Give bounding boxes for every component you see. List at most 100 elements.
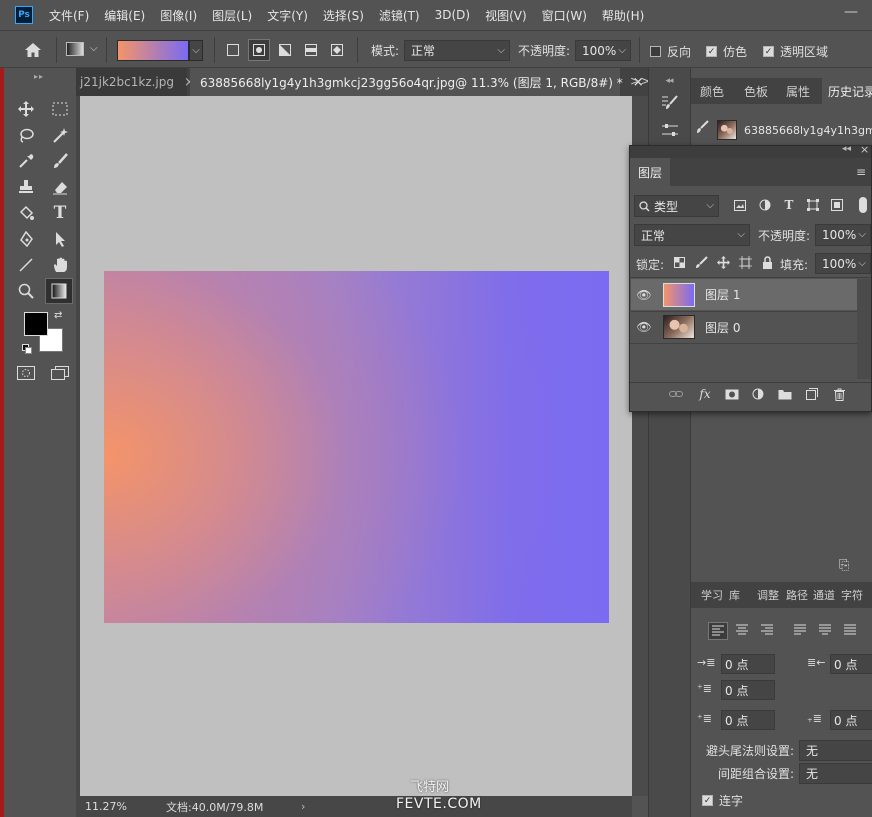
tab-character[interactable]: 字符 (841, 582, 863, 608)
line-tool-icon[interactable] (15, 254, 37, 276)
type-tool-icon[interactable]: T (49, 202, 71, 224)
indent-right-field[interactable]: 0 点 (830, 654, 872, 674)
menu-layer[interactable]: 图层(L) (212, 7, 252, 24)
layer-row-1[interactable]: 👁 图层 1 (631, 279, 857, 310)
gradient-tool-icon[interactable] (45, 278, 73, 304)
reflected-gradient-icon[interactable] (300, 40, 322, 60)
menu-view[interactable]: 视图(V) (485, 7, 527, 24)
layers-scrollbar[interactable] (857, 279, 871, 379)
fill-field[interactable]: 100% ⌵ (815, 253, 871, 274)
menu-file[interactable]: 文件(F) (49, 7, 89, 24)
fx-icon[interactable]: fx (696, 386, 714, 402)
menu-type[interactable]: 文字(Y) (267, 7, 308, 24)
align-left-icon[interactable] (708, 622, 728, 640)
default-colors-icon[interactable] (22, 343, 32, 354)
menu-select[interactable]: 选择(S) (323, 7, 364, 24)
pen-tool-icon[interactable] (15, 228, 37, 250)
eyedropper-icon[interactable] (15, 150, 37, 172)
foreground-color-swatch[interactable] (24, 312, 48, 336)
collapse-icon[interactable]: ◂◂ (842, 144, 851, 154)
layer-row-0[interactable]: 👁 图层 0 (631, 311, 857, 342)
filter-type-icon[interactable]: T (782, 197, 796, 213)
menu-help[interactable]: 帮助(H) (602, 7, 644, 24)
mode-select[interactable]: 正常 ⌵ (404, 40, 510, 61)
menu-edit[interactable]: 编辑(E) (104, 7, 145, 24)
align-right-icon[interactable] (758, 622, 778, 640)
layer-filter-select[interactable]: 类型 ⌵ (634, 195, 719, 217)
filter-toggle-icon[interactable] (859, 197, 867, 213)
panel-menu-icon[interactable]: ≡ (856, 165, 866, 179)
tab-paths[interactable]: 路径 (786, 582, 808, 608)
layer-name[interactable]: 图层 0 (705, 319, 740, 336)
dither-checkbox[interactable]: ✓ 仿色 (706, 43, 747, 60)
justify-all-icon[interactable] (841, 622, 861, 640)
indent-left-field[interactable]: 0 点 (721, 654, 775, 674)
brush-tool-icon[interactable] (49, 150, 71, 172)
history-brush-icon[interactable] (659, 92, 681, 114)
magic-wand-icon[interactable] (49, 124, 71, 146)
menu-image[interactable]: 图像(I) (160, 7, 197, 24)
quick-mask-icon[interactable] (15, 362, 37, 384)
layer-name[interactable]: 图层 1 (705, 286, 740, 303)
tab-adjustments[interactable]: 调整 (757, 582, 779, 608)
tab-channels[interactable]: 通道 (813, 582, 835, 608)
tab-learn[interactable]: 学习 (701, 582, 723, 608)
history-source-brush-icon[interactable] (695, 120, 709, 134)
hyphenate-checkbox[interactable]: ✓ 连字 (702, 792, 743, 809)
menu-3d[interactable]: 3D(D) (435, 8, 470, 22)
eraser-tool-icon[interactable] (49, 176, 71, 198)
eye-icon[interactable]: 👁 (631, 288, 657, 302)
history-snapshot-label[interactable]: 63885668ly1g4y1h3gmkcj (744, 124, 872, 137)
move-tool-icon[interactable] (15, 98, 37, 120)
lock-transparent-pixels-icon[interactable] (673, 256, 685, 268)
first-line-indent-field[interactable]: 0 点 (721, 680, 775, 700)
linear-gradient-icon[interactable] (222, 40, 244, 60)
minimize-button[interactable]: — (844, 4, 858, 20)
radial-gradient-icon[interactable] (248, 39, 270, 61)
home-icon[interactable] (22, 40, 44, 60)
justify-center-icon[interactable] (816, 622, 836, 640)
lock-artboard-icon[interactable] (738, 255, 752, 269)
opacity-field[interactable]: 100% ⌵ (575, 40, 631, 61)
new-group-icon[interactable] (777, 386, 793, 402)
space-after-field[interactable]: 0 点 (830, 710, 872, 730)
menu-window[interactable]: 窗口(W) (542, 7, 587, 24)
angle-gradient-icon[interactable] (274, 40, 296, 60)
tab-document-2[interactable]: 63885668ly1g4y1h3gmkcj23gg56o4qr.jpg@ 11… (190, 68, 644, 96)
path-selection-icon[interactable] (49, 228, 71, 250)
menu-filter[interactable]: 滤镜(T) (379, 7, 420, 24)
stamp-tool-icon[interactable] (15, 176, 37, 198)
new-adjustment-layer-icon[interactable] (750, 386, 766, 402)
paint-bucket-icon[interactable] (15, 202, 37, 224)
reverse-checkbox[interactable]: 反向 (650, 43, 691, 60)
lock-position-icon[interactable] (716, 255, 730, 269)
marquee-tool-icon[interactable] (49, 98, 71, 120)
delete-layer-icon[interactable] (831, 386, 847, 402)
lock-all-icon[interactable] (760, 255, 774, 269)
eye-icon[interactable]: 👁 (631, 320, 657, 334)
lock-image-pixels-icon[interactable] (694, 255, 708, 269)
spacing-composer-select[interactable]: 无 (799, 763, 872, 784)
tab-layers[interactable]: 图层 (630, 158, 670, 186)
tab-libraries[interactable]: 库 (729, 582, 740, 608)
gradient-preset-icon[interactable] (66, 42, 84, 56)
filter-adjustment-icon[interactable] (758, 198, 772, 212)
space-before-field[interactable]: 0 点 (721, 710, 775, 730)
link-layers-icon[interactable] (668, 386, 684, 402)
lasso-tool-icon[interactable] (15, 124, 37, 146)
swap-colors-icon[interactable]: ⇄ (54, 310, 62, 321)
toolbar-grip[interactable]: ▸▸ (14, 72, 64, 81)
tab-swatches[interactable]: 色板 (744, 78, 768, 104)
justify-left-icon[interactable] (791, 622, 811, 640)
diamond-gradient-icon[interactable] (326, 40, 348, 60)
screen-mode-icon[interactable] (49, 362, 71, 384)
filter-pixel-icon[interactable] (733, 198, 747, 212)
filter-smart-object-icon[interactable] (830, 198, 844, 212)
zoom-level[interactable]: 11.27% (85, 800, 155, 813)
adjustments-icon[interactable] (659, 119, 681, 141)
status-menu-arrow-icon[interactable]: › (301, 800, 305, 813)
chevron-down-icon[interactable]: ⌵ (90, 43, 98, 54)
blend-mode-select[interactable]: 正常 ⌵ (634, 224, 750, 246)
filter-shape-icon[interactable] (806, 198, 820, 212)
layer-opacity-field[interactable]: 100% ⌵ (815, 224, 871, 246)
